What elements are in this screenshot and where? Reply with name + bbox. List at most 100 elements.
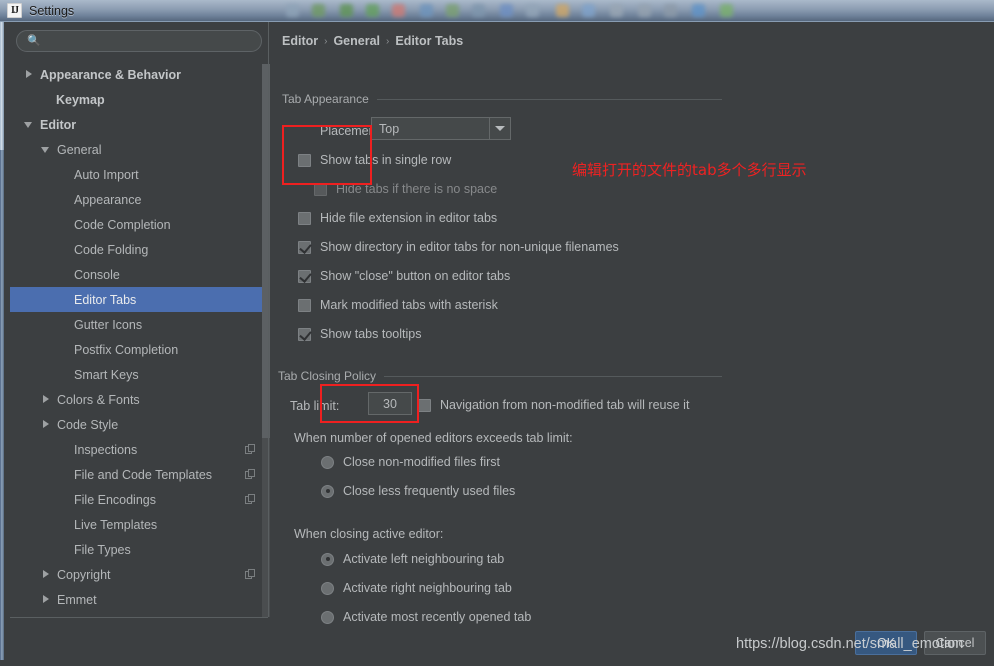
- chevron-right-icon[interactable]: [41, 569, 52, 580]
- settings-sidebar: 🔍 Appearance & Behavior Keymap Editor Gener…: [10, 22, 271, 617]
- sidebar-item-code-style[interactable]: Code Style: [10, 412, 268, 437]
- radio-selected-icon[interactable]: [321, 552, 334, 566]
- sidebar-item-label: Code Folding: [74, 242, 149, 257]
- checkbox-unchecked-icon[interactable]: [298, 298, 311, 312]
- sidebar-bottom-divider: [10, 617, 268, 618]
- project-scope-icon: [245, 569, 256, 580]
- sidebar-item-label: File Types: [74, 542, 131, 557]
- intellij-logo-icon: IJ: [7, 3, 22, 18]
- checkbox-checked-icon[interactable]: [298, 240, 311, 254]
- breadcrumb-separator-icon: ›: [386, 35, 390, 47]
- sidebar-item-label: Smart Keys: [74, 367, 139, 382]
- chevron-right-icon[interactable]: [41, 594, 52, 605]
- sidebar-item-label: Postfix Completion: [74, 342, 179, 357]
- taskbar-icon: [720, 4, 733, 17]
- checkbox-row-show-close-button-on-editor-tabs[interactable]: Show "close" button on editor tabs: [298, 269, 510, 283]
- sidebar-item-postfix-completion[interactable]: Postfix Completion: [10, 337, 268, 362]
- sidebar-item-colors-fonts[interactable]: Colors & Fonts: [10, 387, 268, 412]
- sidebar-item-emmet[interactable]: Emmet: [10, 587, 268, 612]
- taskbar-icon: [582, 4, 595, 17]
- placement-dropdown[interactable]: Top: [371, 117, 511, 140]
- chevron-down-icon[interactable]: [41, 144, 52, 155]
- sidebar-item-inspections[interactable]: Inspections: [10, 437, 268, 462]
- radio-row-close-non-modified-files-first[interactable]: Close non-modified files first: [321, 455, 500, 469]
- sidebar-item-code-completion[interactable]: Code Completion: [10, 212, 268, 237]
- window-titlebar: IJ Settings: [0, 0, 300, 21]
- taskbar-icon: [392, 4, 405, 17]
- checkbox-row-show-directory-in-editor-tabs-for-non-unique-filenames[interactable]: Show directory in editor tabs for non-un…: [298, 240, 619, 254]
- checkbox-label: Show tabs in single row: [320, 153, 452, 167]
- settings-tree[interactable]: Appearance & Behavior Keymap Editor General…: [10, 62, 268, 617]
- checkbox-row-hide-file-extension-in-editor-tabs[interactable]: Hide file extension in editor tabs: [298, 211, 497, 225]
- sidebar-item-gutter-icons[interactable]: Gutter Icons: [10, 312, 268, 337]
- sidebar-item-live-templates[interactable]: Live Templates: [10, 512, 268, 537]
- radio-selected-icon[interactable]: [321, 484, 334, 498]
- tab-closing-policy-group-title: Tab Closing Policy: [278, 369, 377, 383]
- tab-limit-label: Tab limit:: [290, 399, 340, 413]
- chevron-right-icon[interactable]: [41, 419, 52, 430]
- window-title: Settings: [29, 3, 75, 18]
- checkbox-checked-icon[interactable]: [298, 327, 311, 341]
- checkbox-row-show-tabs-in-single-row[interactable]: Show tabs in single row: [298, 153, 451, 167]
- sidebar-item-label: Keymap: [56, 92, 105, 107]
- sidebar-item-appearance-behavior[interactable]: Appearance & Behavior: [10, 62, 268, 87]
- sidebar-item-label: Colors & Fonts: [57, 392, 140, 407]
- radio-unselected-icon[interactable]: [321, 455, 334, 469]
- taskbar-icon: [664, 4, 677, 17]
- sidebar-item-label: Appearance: [74, 192, 142, 207]
- checkbox-row-mark-modified-tabs-with-asterisk[interactable]: Mark modified tabs with asterisk: [298, 298, 498, 312]
- closing-editor-label: When closing active editor:: [294, 527, 444, 541]
- bottom-edge-strip: [0, 660, 994, 666]
- search-box[interactable]: 🔍: [16, 30, 262, 52]
- taskbar-icon: [692, 4, 705, 17]
- checkbox-unchecked-icon[interactable]: [298, 153, 311, 167]
- sidebar-item-label: File and Code Templates: [74, 467, 213, 482]
- checkbox-label: Show directory in editor tabs for non-un…: [320, 240, 619, 254]
- checkbox-row-show-tabs-tooltips[interactable]: Show tabs tooltips: [298, 327, 421, 341]
- breadcrumb-item-general[interactable]: General: [333, 34, 380, 48]
- checkbox-label: Hide file extension in editor tabs: [320, 211, 498, 225]
- taskbar-icon: [556, 4, 569, 17]
- sidebar-item-keymap[interactable]: Keymap: [10, 87, 268, 112]
- reuse-tab-checkbox[interactable]: [418, 398, 431, 412]
- radio-row-activate-right-neighbouring-tab[interactable]: Activate right neighbouring tab: [321, 581, 512, 595]
- taskbar-icon: [500, 4, 513, 17]
- group-divider-line: [384, 375, 722, 377]
- chevron-down-icon[interactable]: [489, 118, 510, 139]
- breadcrumb-separator-icon: ›: [324, 35, 328, 47]
- sidebar-item-file-encodings[interactable]: File Encodings: [10, 487, 268, 512]
- checkbox-unchecked-icon[interactable]: [298, 211, 311, 225]
- tab-appearance-group-header: Tab Appearance: [282, 92, 722, 106]
- sidebar-item-file-and-code-templates[interactable]: File and Code Templates: [10, 462, 268, 487]
- breadcrumb-item-editor[interactable]: Editor: [282, 34, 318, 48]
- radio-unselected-icon[interactable]: [321, 581, 334, 595]
- sidebar-item-auto-import[interactable]: Auto Import: [10, 162, 268, 187]
- sidebar-item-copyright[interactable]: Copyright: [10, 562, 268, 587]
- chevron-down-icon[interactable]: [24, 119, 35, 130]
- search-input[interactable]: [46, 33, 247, 49]
- radio-label: Close non-modified files first: [343, 455, 501, 469]
- sidebar-item-code-folding[interactable]: Code Folding: [10, 237, 268, 262]
- sidebar-item-label: Appearance & Behavior: [40, 67, 182, 82]
- sidebar-item-smart-keys[interactable]: Smart Keys: [10, 362, 268, 387]
- sidebar-right-border: [268, 22, 269, 617]
- tab-limit-input[interactable]: [368, 392, 412, 415]
- sidebar-item-editor-tabs[interactable]: Editor Tabs: [10, 287, 268, 312]
- checkbox-label: Hide tabs if there is no space: [336, 182, 498, 196]
- chevron-right-icon[interactable]: [24, 69, 35, 80]
- radio-label: Close less frequently used files: [343, 484, 516, 498]
- sidebar-item-console[interactable]: Console: [10, 262, 268, 287]
- radio-row-close-less-frequently-used-files[interactable]: Close less frequently used files: [321, 484, 515, 498]
- checkbox-checked-icon[interactable]: [298, 269, 311, 283]
- radio-row-activate-left-neighbouring-tab[interactable]: Activate left neighbouring tab: [321, 552, 504, 566]
- chevron-right-icon[interactable]: [41, 394, 52, 405]
- checkbox-row-hide-tabs-if-there-is-no-space[interactable]: Hide tabs if there is no space: [314, 182, 497, 196]
- sidebar-item-editor[interactable]: Editor: [10, 112, 268, 137]
- sidebar-item-appearance[interactable]: Appearance: [10, 187, 268, 212]
- settings-dialog: 🔍 Appearance & Behavior Keymap Editor Gener…: [0, 22, 994, 666]
- sidebar-item-general[interactable]: General: [10, 137, 268, 162]
- reuse-tab-checkbox-row[interactable]: Navigation from non-modified tab will re…: [418, 398, 689, 412]
- sidebar-item-file-types[interactable]: File Types: [10, 537, 268, 562]
- checkbox-unchecked-icon[interactable]: [314, 182, 327, 196]
- taskbar-icon: [610, 4, 623, 17]
